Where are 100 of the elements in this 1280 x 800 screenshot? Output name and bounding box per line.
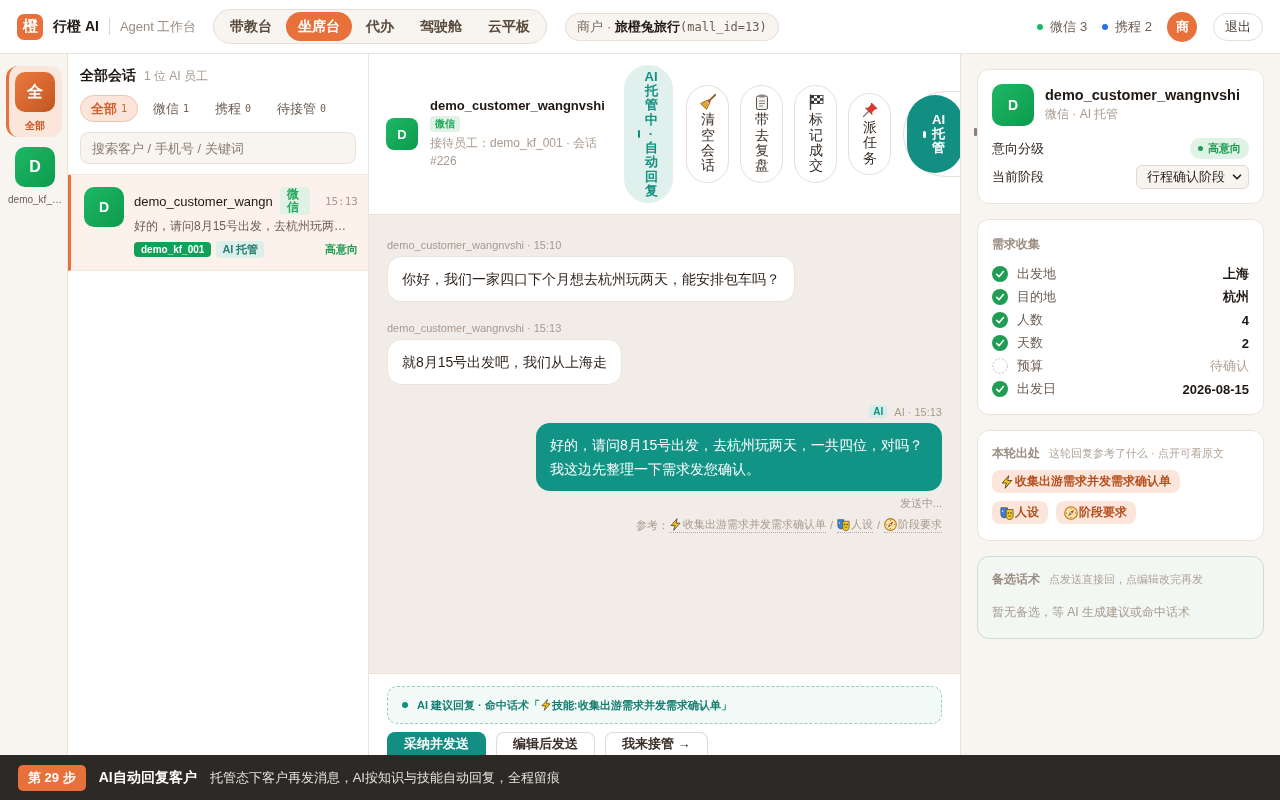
mode-tag: AI 托管: [216, 241, 265, 259]
requirement-label: 出发地: [1017, 265, 1056, 283]
customer-message: 你好，我们一家四口下个月想去杭州玩两天，能安排包车吗？: [387, 256, 795, 302]
action-button[interactable]: 标记成交: [794, 85, 837, 183]
requirement-label: 出发日: [1017, 380, 1056, 398]
card-hint: 这轮回复参考了什么 · 点开可看原文: [1049, 446, 1224, 461]
customer-name: demo_customer_wangnvshi: [430, 98, 606, 114]
all-agents-tile: 全: [15, 72, 55, 112]
channel-tag: 微信: [279, 187, 310, 216]
checkered-flag-icon: [807, 94, 824, 111]
intent-level: 高意向: [1208, 141, 1241, 156]
filter-tab[interactable]: 待接管 0: [266, 95, 338, 122]
clipboard-icon: [753, 94, 770, 111]
filter-tab[interactable]: 携程 0: [204, 95, 263, 122]
action-button[interactable]: 我来接管 →: [605, 732, 708, 755]
message-time: 15:13: [324, 194, 358, 208]
card-hint: 点发送直接回，点编辑改完再发: [1049, 572, 1203, 587]
action-button[interactable]: 编辑后发送: [496, 732, 595, 755]
send-status: 发送中...: [899, 496, 942, 511]
agent-filter-item[interactable]: 全 全部: [5, 66, 62, 137]
suggestion-skill: 技能:收集出游需求并发需求确认单」: [551, 697, 732, 713]
requirement-value: 2026-08-15: [1182, 381, 1249, 397]
action-button[interactable]: 派任务: [848, 92, 891, 176]
nav-tab[interactable]: 带教台: [218, 12, 285, 41]
status-text: AI 托管中 · 自动回复: [643, 69, 659, 199]
stage-select[interactable]: 行程确认阶段: [1136, 165, 1249, 189]
agent-count: 1 位 AI 员工: [144, 68, 208, 85]
agent-tag: demo_kf_001: [134, 242, 212, 258]
compass-icon: [1064, 505, 1078, 520]
brand-name: 行橙 AI: [53, 17, 99, 36]
requirement-value: 上海: [1223, 265, 1249, 283]
channel-tag: 微信: [430, 116, 460, 133]
conversation-item[interactable]: D demo_customer_wangn 微信 15:13 好的，请问8月15号出发，去杭州玩两… demo_kf_001 AI 托管 高意向: [68, 175, 368, 272]
customer-avatar: D: [386, 118, 418, 150]
step-title: AI自动回复客户: [98, 768, 197, 787]
customer-name: demo_customer_wangnvshi: [1045, 87, 1240, 103]
session-info: 接待员工：demo_kf_001 · 会话 #226: [430, 135, 599, 170]
brand-logo: 橙: [17, 13, 43, 40]
message-meta: AI · 15:13: [894, 405, 942, 418]
channel-count: 微信 3: [1050, 17, 1088, 36]
separator-text: /: [829, 519, 833, 531]
requirement-value: 待确认: [1210, 357, 1249, 375]
action-button[interactable]: 清空会话: [686, 85, 729, 183]
send-button[interactable]: 采纳并发送: [387, 732, 486, 755]
card-title: 需求收集: [992, 236, 1041, 253]
search-field[interactable]: 搜索客户 / 手机号 / 关键词: [80, 132, 356, 164]
list-title: 全部会话: [80, 67, 136, 85]
references-label: 参考：: [635, 517, 669, 533]
action-button[interactable]: 带去复盘: [740, 85, 783, 183]
lightning-icon: [1000, 474, 1014, 489]
requirement-value: 2: [1241, 335, 1249, 351]
status-dot-icon: [1198, 146, 1203, 151]
ai-reply-message: 好的，请问8月15号出发，去杭州玩两天，一共四位，对吗？我这边先整理一下需求发您确认。: [536, 423, 942, 491]
field-label: 意向分级: [992, 139, 1044, 158]
customer-message: 就8月15号出发吧，我们从上海走: [387, 339, 623, 385]
merchant-label: 商户 ·: [577, 17, 613, 36]
intent-label: 高意向: [325, 242, 358, 258]
nav-tab[interactable]: 云平板: [476, 12, 543, 41]
requirement-value: 杭州: [1223, 288, 1249, 306]
requirement-label: 预算: [1017, 357, 1043, 375]
compass-icon: [884, 518, 897, 531]
broom-icon: [699, 94, 716, 111]
agent-filter-item[interactable]: D demo_kf_…: [5, 141, 62, 209]
status-dot-icon: [402, 702, 408, 708]
message-preview: 好的，请问8月15号出发，去杭州玩两…: [134, 218, 347, 236]
card-title: 本轮出处: [992, 445, 1040, 462]
nav-tab[interactable]: 驾驶舱: [408, 12, 475, 41]
agent-filter-label: demo_kf_…: [8, 194, 62, 205]
step-badge: 第 29 步: [18, 764, 86, 791]
field-label: 当前阶段: [992, 168, 1044, 186]
step-description: 托管态下客户再发消息，AI按知识与技能自动回复，全程留痕: [209, 768, 560, 787]
agent-filter-label: 全部: [25, 119, 45, 133]
requirement-value: 4: [1241, 312, 1249, 328]
suggestion-label: AI 建议回复 · 命中话术「: [417, 697, 540, 713]
card-title: 备选话术: [992, 571, 1040, 588]
merchant-name: 旅橙兔旅行: [615, 17, 681, 36]
agent-avatar: D: [15, 147, 55, 187]
source-chip[interactable]: 收集出游需求并发需求确认单: [992, 470, 1180, 493]
requirement-label: 人数: [1017, 311, 1043, 329]
customer-channel: 微信 · AI 托管: [1045, 106, 1120, 123]
pushpin-icon: [861, 101, 878, 118]
separator-text: /: [876, 519, 880, 531]
lightning-icon: [539, 699, 552, 711]
requirement-label: 目的地: [1017, 288, 1056, 306]
workspace-subtitle: Agent 工作台: [119, 17, 197, 36]
lightning-icon: [668, 518, 682, 531]
channel-count: 携程 2: [1115, 17, 1152, 36]
source-chip[interactable]: 人设: [992, 501, 1048, 524]
logout-button[interactable]: 退出: [1213, 12, 1263, 41]
resize-handle[interactable]: [974, 128, 977, 136]
message-meta: demo_customer_wangnvshi · 15:10: [387, 239, 562, 251]
ai-badge: AI: [869, 405, 888, 418]
customer-name: demo_customer_wangn: [134, 193, 273, 209]
message-meta: demo_customer_wangnvshi · 15:13: [387, 322, 562, 334]
theater-masks-icon: [1000, 505, 1014, 520]
nav-tab[interactable]: 代办: [354, 12, 407, 41]
filter-tab[interactable]: 微信 1: [142, 95, 201, 122]
empty-state-text: 暂无备选，等 AI 生成建议或命中话术: [992, 604, 1191, 621]
mode-toggle-button[interactable]: AI 托管: [907, 95, 960, 173]
source-chip[interactable]: 阶段要求: [1056, 501, 1136, 524]
